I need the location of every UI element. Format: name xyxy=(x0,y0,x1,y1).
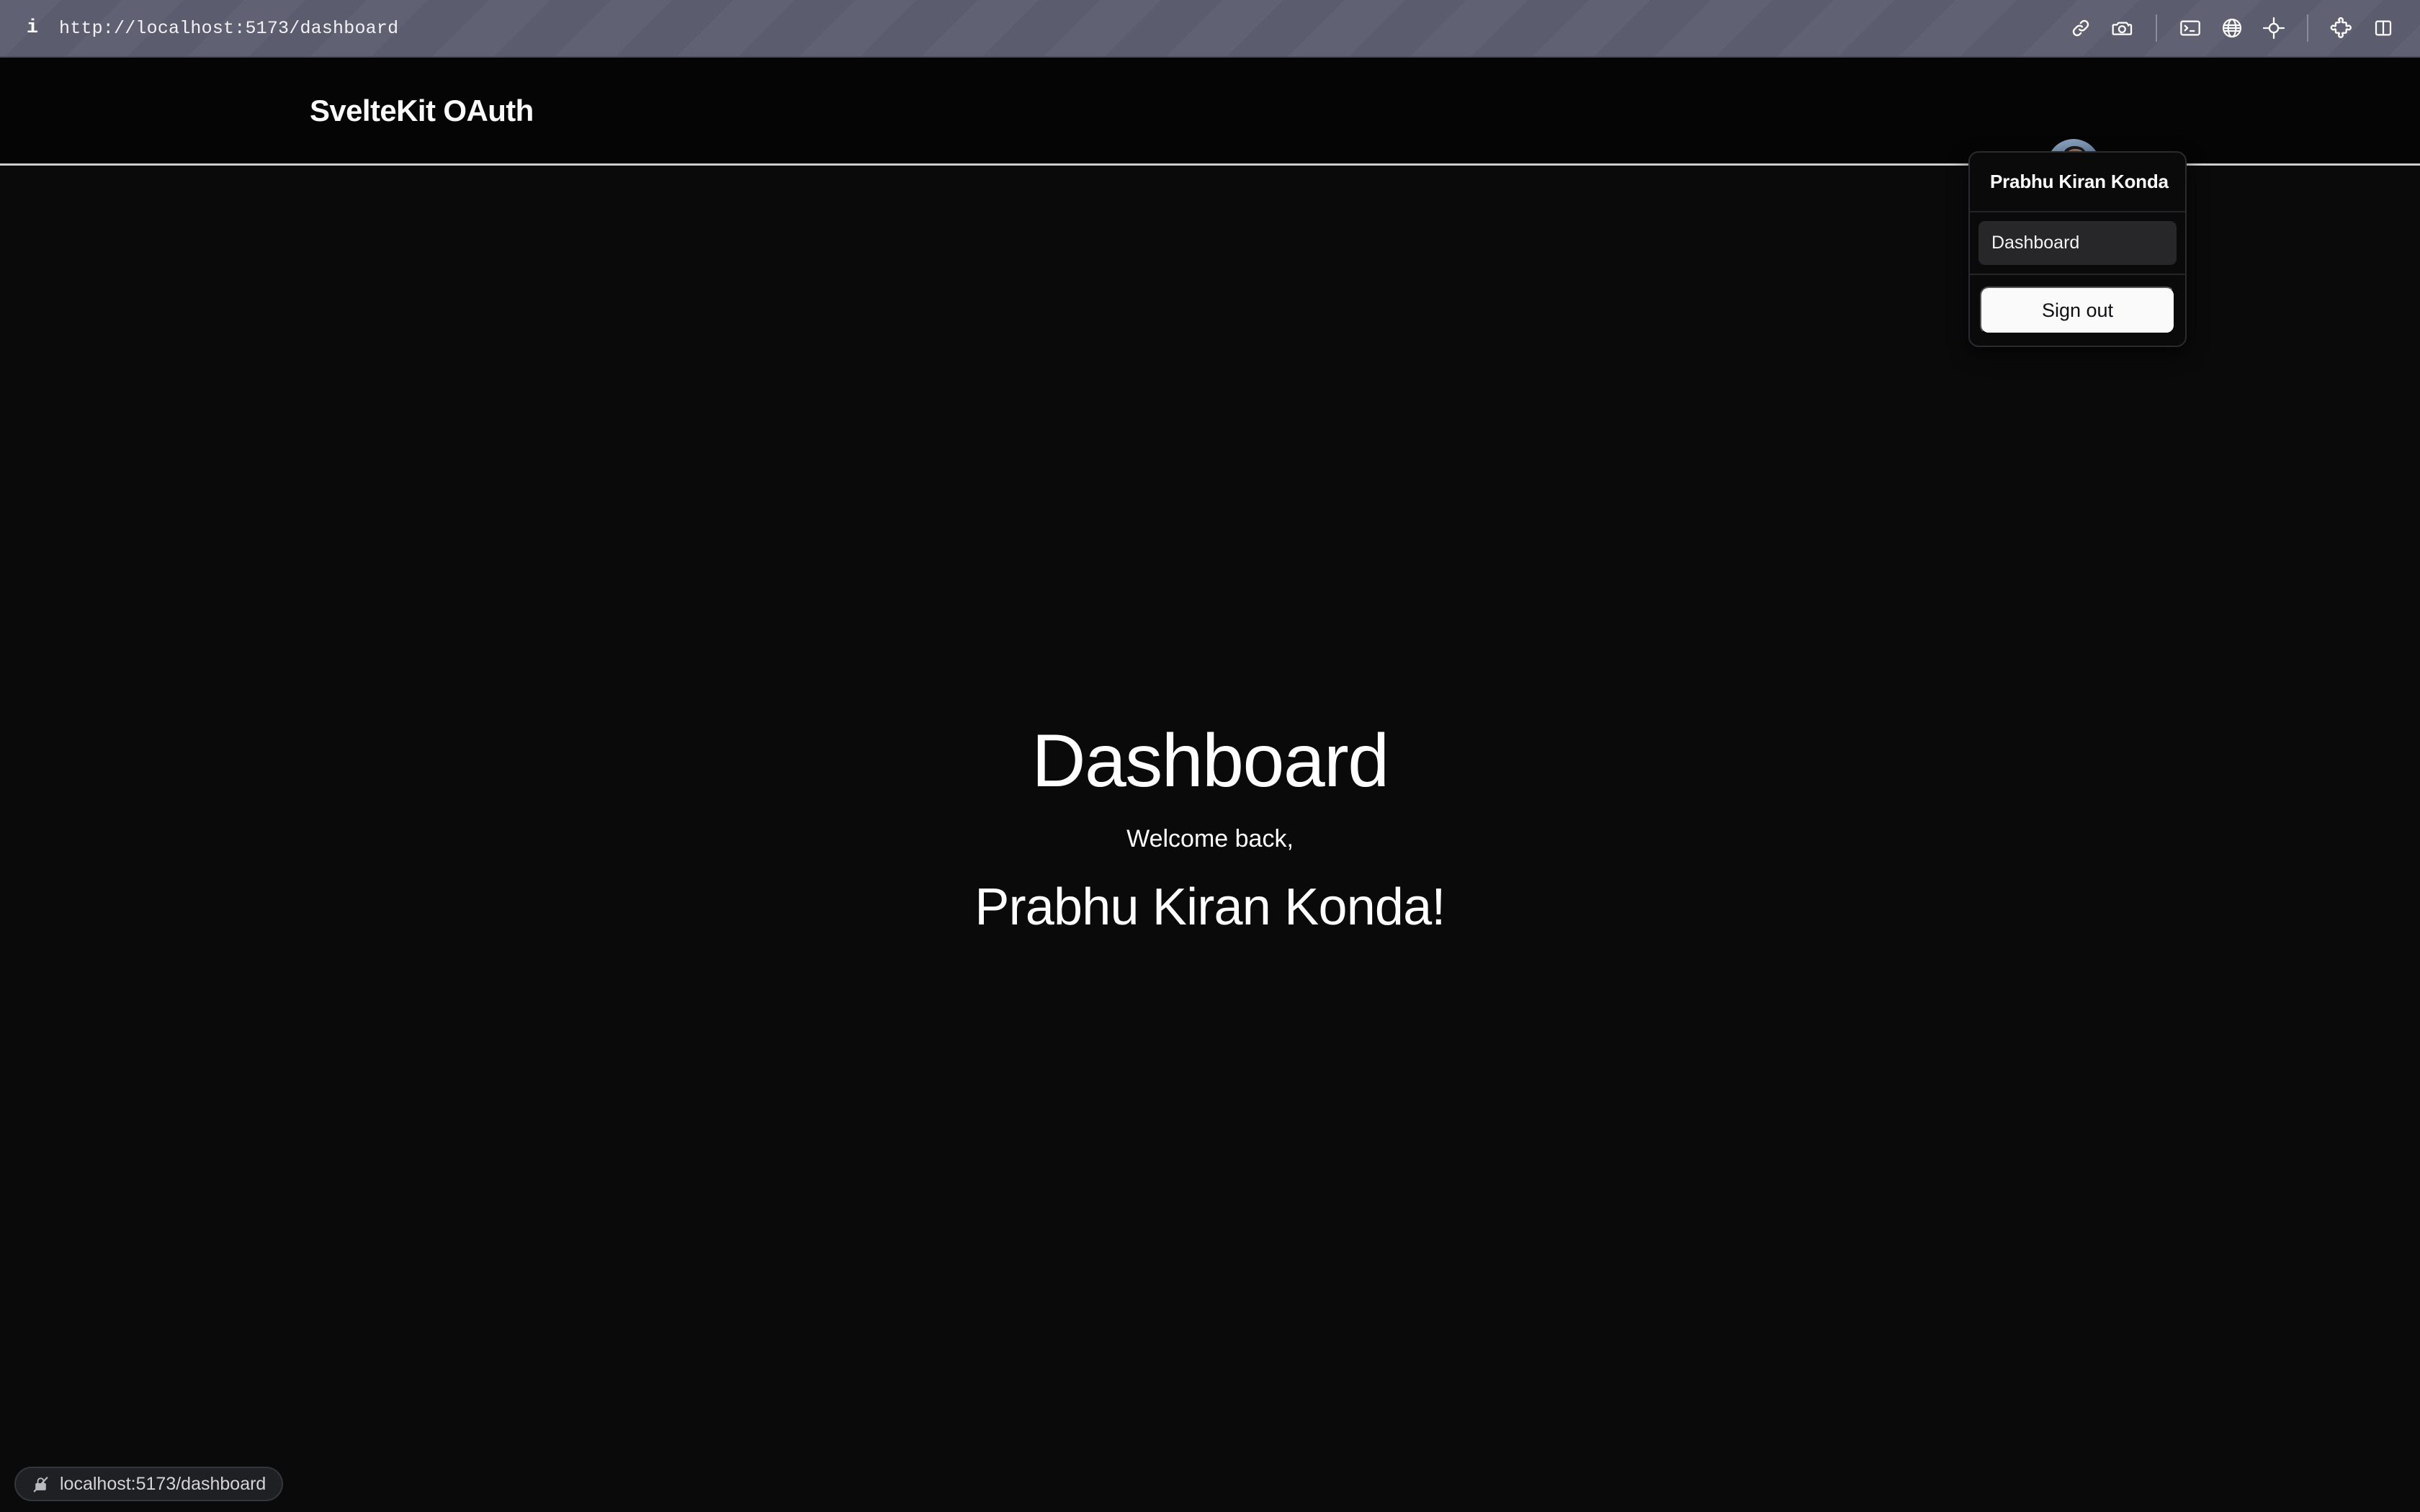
globe-icon[interactable] xyxy=(2211,7,2253,49)
toolbar-separator-1 xyxy=(2156,14,2157,42)
terminal-icon[interactable] xyxy=(2169,7,2211,49)
dashboard-hero: Dashboard Welcome back, Prabhu Kiran Kon… xyxy=(0,719,2420,937)
menu-action-section: Sign out xyxy=(1970,275,2185,346)
camera-icon[interactable] xyxy=(2102,7,2143,49)
url-text: http://localhost:5173/dashboard xyxy=(59,17,399,39)
sign-out-button[interactable]: Sign out xyxy=(1980,287,2175,334)
link-icon[interactable] xyxy=(2060,7,2102,49)
url-display-group: i http://localhost:5173/dashboard xyxy=(0,14,398,42)
lock-crossed-icon xyxy=(32,1475,50,1493)
menu-item-dashboard[interactable]: Dashboard xyxy=(1978,221,2177,265)
toolbar-separator-2 xyxy=(2307,14,2308,42)
main-content: Dashboard Welcome back, Prabhu Kiran Kon… xyxy=(0,168,2420,1512)
puzzle-icon[interactable] xyxy=(2321,7,2362,49)
menu-user-name: Prabhu Kiran Konda xyxy=(1990,171,2169,192)
menu-user-name-row: Prabhu Kiran Konda xyxy=(1970,153,2185,212)
status-bar-url-pill: localhost:5173/dashboard xyxy=(14,1467,284,1501)
info-icon: i xyxy=(26,17,39,39)
browser-toolbar: i http://localhost:5173/dashboard xyxy=(0,0,2420,58)
browser-toolbar-icons xyxy=(2060,0,2420,57)
crosshair-icon[interactable] xyxy=(2253,7,2295,49)
status-bar-url-text: localhost:5173/dashboard xyxy=(60,1473,266,1494)
site-header: SvelteKit OAuth xyxy=(0,58,2420,192)
split-panel-icon[interactable] xyxy=(2362,7,2404,49)
page-title: Dashboard xyxy=(1031,719,1389,803)
user-name-text: Prabhu Kiran Konda! xyxy=(974,878,1446,937)
user-dropdown-menu: Prabhu Kiran Konda Dashboard Sign out xyxy=(1968,151,2187,347)
welcome-text: Welcome back, xyxy=(1126,825,1294,853)
brand-title: SvelteKit OAuth xyxy=(310,94,534,127)
menu-links-section: Dashboard xyxy=(1970,212,2185,275)
